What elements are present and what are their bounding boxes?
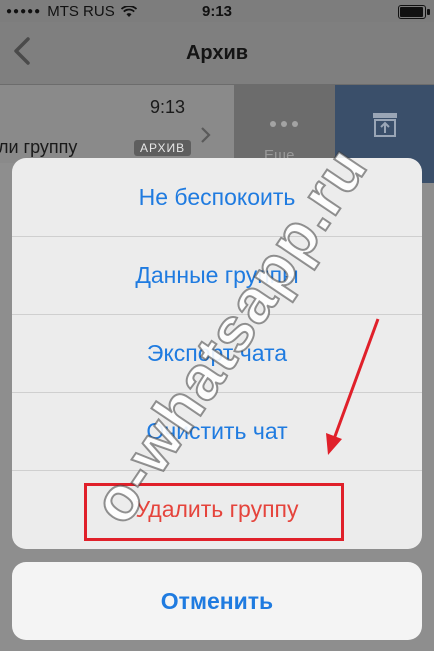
more-dots-icon [270, 121, 276, 127]
chat-time: 9:13 [150, 97, 186, 117]
do-not-disturb-option[interactable]: Не беспокоить [12, 158, 422, 237]
status-time: 9:13 [201, 3, 233, 20]
more-dot [292, 121, 298, 127]
battery-fill [400, 7, 424, 17]
delete-highlight-box [84, 483, 344, 541]
cancel-button[interactable]: Отменить [12, 562, 422, 640]
annotation-arrow-icon [326, 318, 380, 455]
more-dot [281, 121, 287, 127]
battery-icon [398, 5, 430, 19]
status-bar: ●●●●● MTS RUS 9:13 [0, 0, 434, 22]
navigation-bar: Архив [0, 22, 434, 85]
archive-icon [373, 113, 397, 137]
chat-preview: ли группу [0, 137, 78, 157]
chevron-right-icon [201, 127, 211, 143]
page-title: Архив [185, 42, 249, 64]
group-info-option[interactable]: Данные группы [12, 236, 422, 315]
archive-badge: АРХИВ [134, 140, 192, 156]
